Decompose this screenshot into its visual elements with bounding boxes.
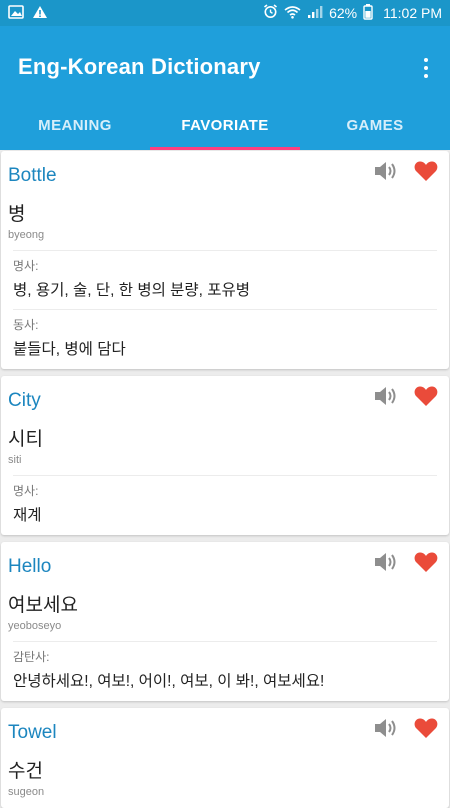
- sense-row: 명사: 병, 용기, 술, 단, 한 병의 분량, 포유병: [13, 250, 437, 300]
- app-title: Eng-Korean Dictionary: [18, 54, 261, 79]
- signal-icon: [307, 5, 323, 22]
- card-actions: [373, 159, 439, 183]
- korean-word: 병: [8, 204, 26, 225]
- meaning-text: 재계: [13, 507, 42, 524]
- word-card[interactable]: City 시티 siti 명사: 재계: [1, 376, 449, 535]
- tab-favoriate[interactable]: FAVORIATE: [150, 100, 300, 150]
- speaker-icon[interactable]: [373, 159, 399, 183]
- speaker-icon[interactable]: [373, 550, 399, 574]
- battery-percent: 62%: [329, 5, 358, 21]
- meaning-text: 안녕하세요!, 여보!, 어이!, 여보, 이 봐!, 여보세요!: [13, 673, 325, 690]
- part-of-speech: 명사:: [13, 484, 39, 498]
- status-bar-left: [8, 4, 48, 22]
- heart-icon[interactable]: [413, 159, 439, 183]
- sense-row: 동사: 붙들다, 병에 담다: [13, 309, 437, 359]
- sense-row: 감탄사: 안녕하세요!, 여보!, 어이!, 여보, 이 봐!, 여보세요!: [13, 641, 437, 691]
- app-bar: Eng-Korean Dictionary MEANING FAVORIATE …: [0, 26, 450, 150]
- warning-icon: [32, 5, 48, 22]
- part-of-speech: 동사:: [13, 318, 39, 332]
- wifi-icon: [284, 5, 301, 22]
- speaker-icon[interactable]: [373, 384, 399, 408]
- heart-icon[interactable]: [413, 550, 439, 574]
- part-of-speech: 명사:: [13, 259, 39, 273]
- speaker-icon[interactable]: [373, 716, 399, 740]
- clock-time: 11:02 PM: [383, 5, 442, 21]
- korean-word: 여보세요: [8, 595, 78, 616]
- korean-word: 수건: [8, 761, 43, 782]
- heart-icon[interactable]: [413, 384, 439, 408]
- card-actions: [373, 384, 439, 408]
- word-card[interactable]: Towel 수건 sugeon: [1, 708, 449, 808]
- tab-meaning[interactable]: MEANING: [0, 100, 150, 150]
- word-card[interactable]: Bottle 병 byeong 명사: 병, 용기, 술, 단, 한 병의 분량…: [1, 151, 449, 369]
- word-card[interactable]: Hello 여보세요 yeoboseyo 감탄사: 안녕하세요!, 여보!, 어…: [1, 542, 449, 701]
- sense-row: 명사: 재계: [13, 475, 437, 525]
- status-bar-right: 62% 11:02 PM: [263, 3, 442, 23]
- romanization: sugeon: [8, 786, 45, 798]
- part-of-speech: 감탄사:: [13, 650, 50, 664]
- heart-icon[interactable]: [413, 716, 439, 740]
- battery-icon: [363, 3, 373, 23]
- card-actions: [373, 550, 439, 574]
- meaning-text: 붙들다, 병에 담다: [13, 341, 126, 358]
- card-actions: [373, 716, 439, 740]
- korean-word: 시티: [8, 429, 43, 450]
- status-bar: 62% 11:02 PM: [0, 0, 450, 26]
- image-icon: [8, 4, 24, 22]
- romanization: siti: [8, 454, 22, 466]
- romanization: byeong: [8, 229, 45, 241]
- alarm-icon: [263, 4, 278, 22]
- meaning-text: 병, 용기, 술, 단, 한 병의 분량, 포유병: [13, 282, 251, 299]
- romanization: yeoboseyo: [8, 620, 62, 632]
- tab-bar: MEANING FAVORIATE GAMES: [0, 100, 450, 150]
- favorite-list: Bottle 병 byeong 명사: 병, 용기, 술, 단, 한 병의 분량…: [0, 150, 450, 808]
- more-vert-icon[interactable]: [416, 56, 436, 80]
- tab-games[interactable]: GAMES: [300, 100, 450, 150]
